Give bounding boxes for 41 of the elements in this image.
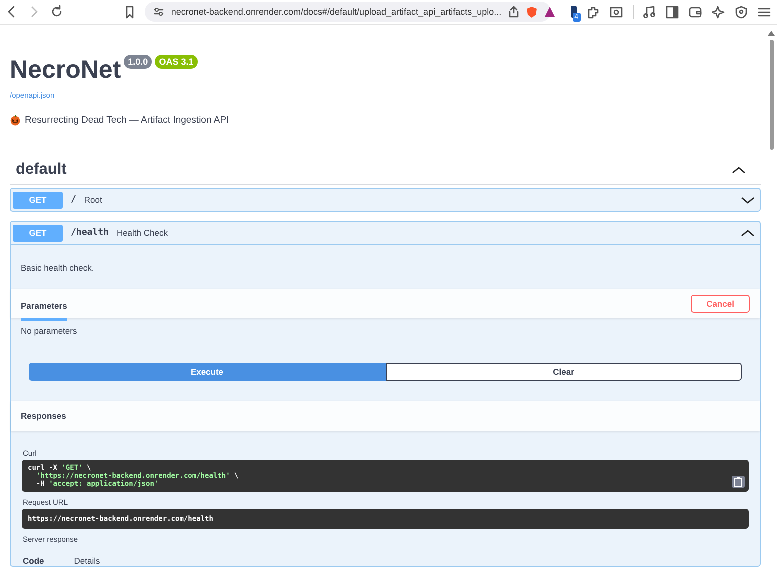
clipboard-icon bbox=[734, 477, 743, 487]
sidebar-icon[interactable] bbox=[666, 6, 679, 18]
wallet-icon[interactable] bbox=[689, 6, 702, 18]
url-text: necronet-backend.onrender.com/docs#/default/upload_artifact_api_artifacts_uplo... bbox=[171, 7, 502, 17]
music-icon[interactable] bbox=[643, 6, 656, 18]
reload-icon[interactable] bbox=[50, 5, 64, 19]
vpn-shield-icon[interactable] bbox=[735, 6, 748, 18]
expand-chevron-icon[interactable] bbox=[741, 196, 755, 204]
screenshot-icon[interactable] bbox=[610, 6, 623, 18]
no-parameters-text: No parameters bbox=[20, 325, 78, 338]
api-description: Resurrecting Dead Tech — Artifact Ingestion API bbox=[25, 115, 230, 126]
copy-button[interactable] bbox=[732, 476, 745, 488]
site-settings-icon[interactable] bbox=[153, 6, 166, 18]
scroll-up-icon[interactable] bbox=[768, 31, 775, 36]
bookmark-icon[interactable] bbox=[125, 6, 136, 18]
menu-icon[interactable] bbox=[758, 6, 771, 18]
method-badge: GET bbox=[13, 224, 63, 242]
responses-heading: Responses bbox=[21, 411, 66, 421]
api-title: NecroNet bbox=[10, 55, 122, 85]
scrollbar-thumb[interactable] bbox=[770, 40, 774, 150]
parameters-tab[interactable]: Parameters bbox=[21, 292, 68, 320]
oas-badge: OAS 3.1 bbox=[155, 55, 198, 69]
sparkle-icon[interactable] bbox=[712, 6, 725, 18]
collapse-chevron-icon[interactable] bbox=[741, 228, 755, 238]
section-title[interactable]: default bbox=[16, 161, 67, 179]
puzzle-icon[interactable] bbox=[586, 6, 600, 18]
operation-summary[interactable]: GET / Root bbox=[11, 189, 760, 211]
collapse-chevron-icon[interactable] bbox=[732, 166, 746, 174]
endpoint-path: /health bbox=[71, 228, 109, 238]
version-badge: 1.0.0 bbox=[124, 55, 152, 69]
endpoint-path: / bbox=[71, 195, 76, 205]
operation-summary[interactable]: GET /health Health Check bbox=[11, 222, 760, 244]
method-badge: GET bbox=[13, 192, 63, 208]
share-icon[interactable] bbox=[508, 6, 520, 18]
column-header: Details bbox=[74, 556, 100, 566]
endpoint-summary: Root bbox=[84, 195, 104, 205]
pumpkin-icon bbox=[10, 115, 21, 126]
endpoint-description: Basic health check. bbox=[20, 262, 96, 275]
endpoint-summary: Health Check bbox=[116, 228, 169, 238]
clear-button[interactable]: Clear bbox=[386, 363, 742, 381]
column-header: Code bbox=[23, 556, 44, 566]
